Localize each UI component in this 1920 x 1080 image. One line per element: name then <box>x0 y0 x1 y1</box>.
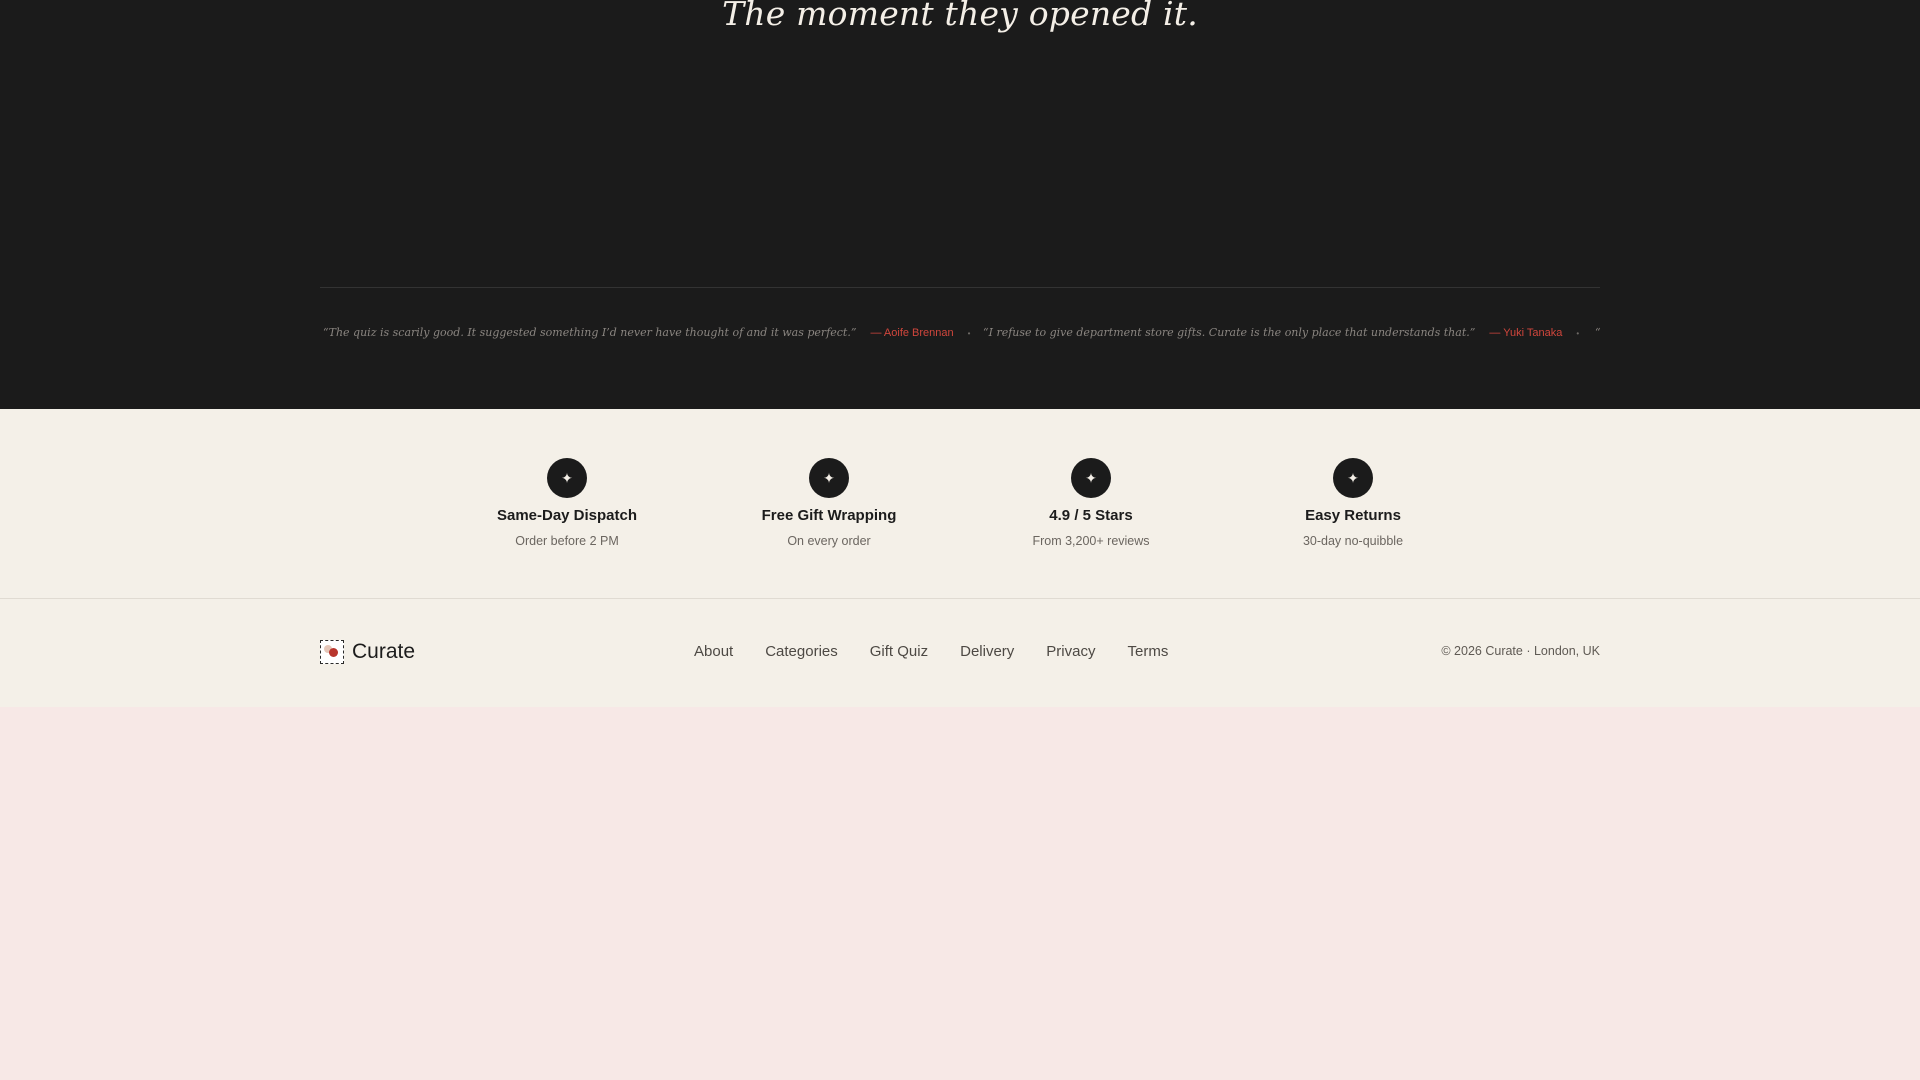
feature-rating: ✦ 4.9 / 5 Stars From 3,200+ reviews <box>971 458 1211 548</box>
sparkle-icon: ✦ <box>809 458 849 498</box>
footer-link-about[interactable]: About <box>694 642 733 662</box>
testimonial-quote: “I refuse to give department store gifts… <box>983 326 1476 339</box>
feature-same-day-dispatch: ✦ Same-Day Dispatch Order before 2 PM <box>447 458 687 548</box>
testimonial-ticker: “The quiz is scarily good. It suggested … <box>320 324 1600 344</box>
testimonial-quote: “The quiz is scarily good. It suggested … <box>323 326 857 339</box>
feature-subtitle: From 3,200+ reviews <box>1032 534 1150 548</box>
footer-link-privacy[interactable]: Privacy <box>1046 642 1095 662</box>
footer-brand[interactable]: Curate <box>320 640 415 664</box>
footer-nav: About Categories Gift Quiz Delivery Priv… <box>694 642 1200 662</box>
footer-link-delivery[interactable]: Delivery <box>960 642 1014 662</box>
feature-subtitle: On every order <box>787 534 871 548</box>
section-headline: The moment they opened it. <box>722 0 1198 33</box>
testimonial-item: “I refuse to give department store gifts… <box>983 324 1579 343</box>
testimonial-item: “ <box>1595 324 1600 342</box>
curate-logo-icon <box>320 640 344 664</box>
separator-dot: • <box>967 329 971 338</box>
feature-subtitle: Order before 2 PM <box>515 534 619 548</box>
site-footer: Curate About Categories Gift Quiz Delive… <box>0 599 1920 707</box>
feature-free-gift-wrapping: ✦ Free Gift Wrapping On every order <box>709 458 949 548</box>
feature-subtitle: 30-day no-quibble <box>1302 534 1404 548</box>
sparkle-icon: ✦ <box>547 458 587 498</box>
feature-title: Easy Returns <box>1305 507 1401 524</box>
feature-title: Free Gift Wrapping <box>761 507 897 524</box>
feature-title: 4.9 / 5 Stars <box>1049 507 1133 524</box>
features-strip: ✦ Same-Day Dispatch Order before 2 PM ✦ … <box>0 409 1920 599</box>
footer-link-gift-quiz[interactable]: Gift Quiz <box>870 642 928 662</box>
testimonial-author: — Aoife Brennan <box>870 327 954 339</box>
sparkle-icon: ✦ <box>1071 458 1111 498</box>
testimonials-section: The moment they opened it. “The quiz is … <box>0 0 1920 409</box>
sparkle-icon: ✦ <box>1333 458 1373 498</box>
divider <box>320 287 1600 288</box>
feature-title: Same-Day Dispatch <box>496 507 638 524</box>
footer-link-categories[interactable]: Categories <box>765 642 838 662</box>
testimonial-item: “The quiz is scarily good. It suggested … <box>323 324 970 343</box>
brand-name: Curate <box>352 640 416 663</box>
testimonial-author: — Yuki Tanaka <box>1489 327 1563 339</box>
footer-link-terms[interactable]: Terms <box>1127 642 1168 662</box>
copyright-text: © 2026 Curate · London, UK <box>1441 644 1600 658</box>
testimonial-quote: “ <box>1595 326 1600 339</box>
feature-easy-returns: ✦ Easy Returns 30-day no-quibble <box>1233 458 1473 548</box>
separator-dot: • <box>1576 329 1580 338</box>
